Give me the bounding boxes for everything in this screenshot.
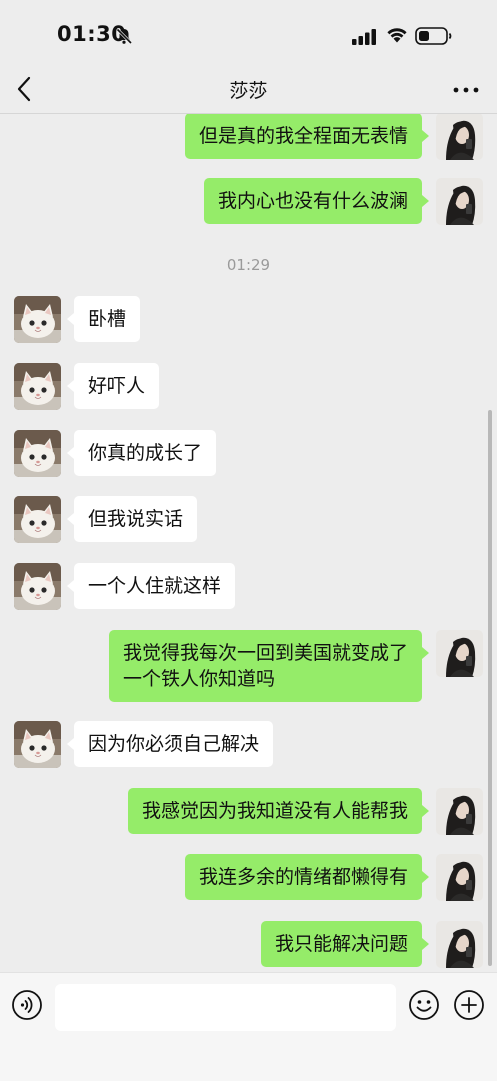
message-text: 因为你必须自己解决	[88, 733, 260, 755]
chat-scrollbar[interactable]	[488, 410, 492, 966]
message-text: 我内心也没有什么波澜	[217, 190, 408, 212]
avatar[interactable]	[14, 430, 61, 477]
input-bar	[0, 972, 497, 1081]
avatar[interactable]	[436, 114, 483, 160]
voice-icon	[12, 990, 42, 1020]
message-text: 一个人住就这样	[88, 575, 222, 597]
plus-button[interactable]	[453, 989, 485, 1021]
emoji-button[interactable]	[408, 989, 440, 1021]
message-text: 我连多余的情绪都懒得有	[198, 866, 408, 888]
message-text-line: 一个铁人你知道吗	[122, 668, 275, 690]
incoming-bubble[interactable]: 一个人住就这样	[66, 563, 236, 609]
outgoing-bubble[interactable]: 我只能解决问题	[260, 921, 430, 967]
message-text: 但我说实话	[88, 508, 184, 530]
message-text-line: 我觉得我每次一回到美国就变成了	[122, 642, 408, 664]
emoji-icon	[409, 990, 439, 1020]
message-input[interactable]	[55, 984, 396, 1031]
page-title: 莎莎	[229, 80, 268, 102]
more-dots-icon	[453, 87, 479, 93]
incoming-bubble[interactable]: 因为你必须自己解决	[66, 721, 274, 767]
nav-bar: 莎莎	[0, 62, 497, 114]
outgoing-bubble[interactable]: 我内心也没有什么波澜	[203, 178, 430, 224]
message-text: 好吓人	[88, 375, 146, 397]
message-text: 我感觉因为我知道没有人能帮我	[141, 800, 408, 822]
outgoing-bubble[interactable]: 但是真的我全程面无表情	[184, 114, 430, 159]
incoming-bubble[interactable]: 但我说实话	[66, 496, 198, 542]
battery-icon	[415, 27, 452, 45]
message-text: 你真的成长了	[88, 442, 203, 464]
outgoing-bubble[interactable]: 我觉得我每次一回到美国就变成了 一个铁人你知道吗	[108, 630, 430, 702]
signal-icon	[352, 29, 376, 45]
plus-circle-icon	[454, 990, 484, 1020]
avatar[interactable]	[14, 363, 61, 410]
avatar[interactable]	[436, 630, 483, 677]
avatar[interactable]	[14, 296, 61, 343]
status-bar: 01:30	[0, 0, 497, 62]
chat-area[interactable]: 但是真的我全程面无表情 我内心也没有什么波澜 01:29 卧槽 好吓人 你真的成…	[0, 114, 497, 972]
avatar[interactable]	[436, 788, 483, 835]
avatar[interactable]	[14, 563, 61, 610]
avatar[interactable]	[436, 178, 483, 225]
incoming-bubble[interactable]: 好吓人	[66, 363, 160, 409]
message-text: 我只能解决问题	[274, 933, 408, 955]
avatar[interactable]	[436, 854, 483, 901]
avatar[interactable]	[436, 921, 483, 968]
incoming-bubble[interactable]: 卧槽	[66, 296, 141, 342]
outgoing-bubble[interactable]: 我连多余的情绪都懒得有	[184, 854, 430, 900]
avatar[interactable]	[14, 721, 61, 768]
wifi-icon	[387, 28, 407, 43]
chat-timestamp: 01:29	[226, 256, 271, 274]
message-text: 但是真的我全程面无表情	[198, 125, 408, 147]
more-button[interactable]	[448, 76, 484, 104]
avatar[interactable]	[14, 496, 61, 543]
message-text: 卧槽	[88, 308, 127, 330]
bell-slash-icon	[116, 28, 133, 45]
voice-button[interactable]	[11, 989, 43, 1021]
outgoing-bubble[interactable]: 我感觉因为我知道没有人能帮我	[127, 788, 430, 834]
incoming-bubble[interactable]: 你真的成长了	[66, 430, 217, 476]
